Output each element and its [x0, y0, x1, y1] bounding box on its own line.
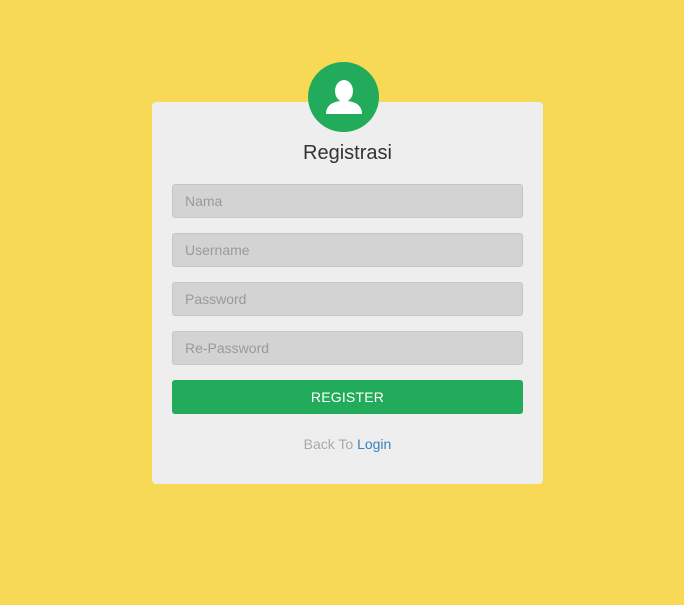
back-to-text: Back To — [303, 436, 354, 452]
username-input[interactable] — [172, 233, 523, 267]
login-link[interactable]: Login — [357, 436, 391, 452]
register-button[interactable]: REGISTER — [172, 380, 523, 414]
re-password-input[interactable] — [172, 331, 523, 365]
nama-input[interactable] — [172, 184, 523, 218]
page-title: Registrasi — [303, 142, 392, 164]
back-to-login: Back To Login — [152, 436, 543, 452]
user-icon — [324, 78, 364, 116]
avatar — [308, 62, 379, 132]
password-input[interactable] — [172, 282, 523, 316]
